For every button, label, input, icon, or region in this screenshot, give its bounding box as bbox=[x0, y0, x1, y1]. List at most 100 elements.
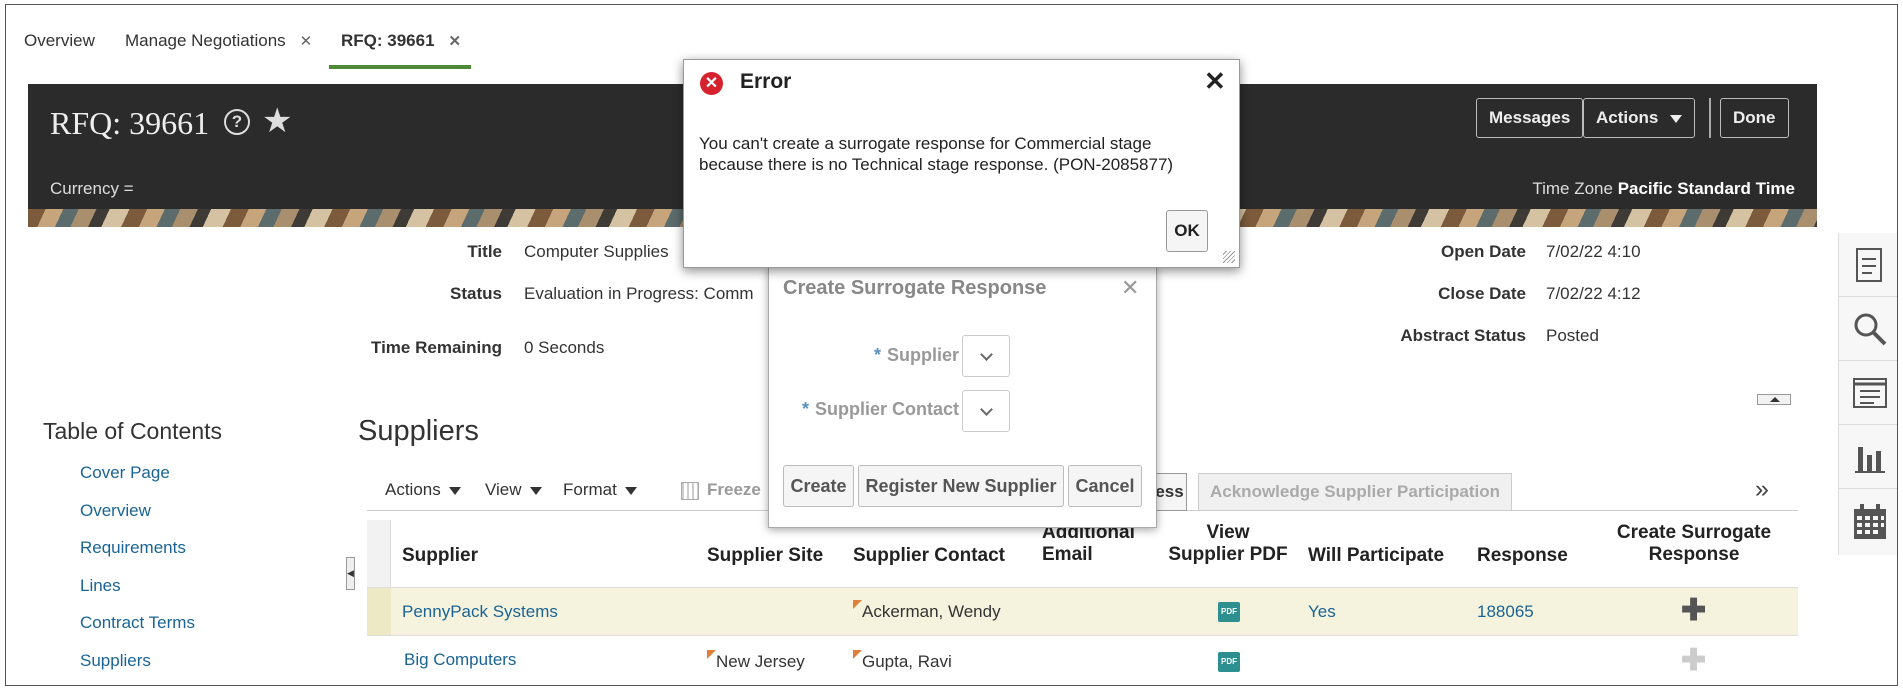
close-date-label: Close Date bbox=[1438, 284, 1526, 303]
abstract-status-label: Abstract Status bbox=[1400, 326, 1526, 345]
help-icon[interactable]: ? bbox=[224, 109, 250, 135]
list-icon[interactable] bbox=[1839, 361, 1897, 425]
col-supplier-contact[interactable]: Supplier Contact bbox=[853, 545, 1005, 567]
document-icon[interactable] bbox=[1839, 233, 1897, 297]
col-label: Response bbox=[1648, 544, 1740, 565]
tab-rfq[interactable]: RFQ: 39661 ✕ bbox=[341, 31, 461, 51]
table-row[interactable]: Big Computers New Jersey Gupta, Ravi PDF… bbox=[367, 635, 1798, 683]
supplier-select[interactable] bbox=[962, 335, 1010, 377]
contact-name: Gupta, Ravi bbox=[862, 652, 952, 671]
error-message: You can't create a surrogate response fo… bbox=[699, 134, 1174, 174]
toc-item-requirements[interactable]: Requirements bbox=[80, 538, 186, 558]
format-menu[interactable]: Format bbox=[563, 480, 637, 500]
actions-menu[interactable]: Actions bbox=[385, 480, 461, 500]
caret-down-icon bbox=[1670, 115, 1683, 123]
timezone-label: Time Zone bbox=[1532, 179, 1613, 198]
site-name: New Jersey bbox=[716, 652, 805, 671]
actions-menu-label: Actions bbox=[385, 480, 441, 499]
status-label: Status bbox=[450, 284, 502, 303]
pdf-icon[interactable]: PDF bbox=[1218, 602, 1240, 622]
contact-name: Ackerman, Wendy bbox=[862, 602, 1001, 621]
close-icon[interactable]: ✕ bbox=[1204, 66, 1226, 97]
close-icon[interactable]: ✕ bbox=[300, 33, 313, 50]
plus-icon[interactable]: ✚ bbox=[1681, 596, 1706, 626]
status-value: Evaluation in Progress: Comm bbox=[524, 284, 754, 303]
flag-icon bbox=[707, 650, 716, 659]
caret-down-icon bbox=[448, 486, 461, 495]
collapse-button[interactable] bbox=[1757, 394, 1791, 405]
supplier-link[interactable]: Big Computers bbox=[404, 650, 516, 670]
row-selector[interactable] bbox=[367, 636, 391, 684]
toc-item-suppliers[interactable]: Suppliers bbox=[80, 651, 151, 671]
freeze-icon bbox=[681, 481, 699, 500]
supplier-contact: Ackerman, Wendy bbox=[853, 600, 1001, 622]
col-response[interactable]: Response bbox=[1477, 545, 1568, 567]
pdf-icon[interactable]: PDF bbox=[1218, 652, 1240, 672]
tab-overview[interactable]: Overview bbox=[24, 31, 95, 51]
timezone: Time Zone Pacific Standard Time bbox=[1532, 179, 1795, 199]
currency-label: Currency = bbox=[50, 179, 134, 198]
supplier-label-text: Supplier bbox=[886, 345, 959, 365]
close-icon[interactable]: ✕ bbox=[449, 33, 462, 50]
tab-label: Manage Negotiations bbox=[125, 31, 286, 50]
supplier-contact: Gupta, Ravi bbox=[853, 650, 952, 672]
table-row[interactable]: PennyPack Systems Ackerman, Wendy PDF Ye… bbox=[367, 587, 1798, 636]
acknowledge-participation-button[interactable]: Acknowledge Supplier Participation bbox=[1198, 473, 1512, 511]
supplier-link[interactable]: PennyPack Systems bbox=[402, 602, 558, 622]
partially-hidden-button[interactable]: ess bbox=[1152, 473, 1187, 511]
supplier-site: New Jersey bbox=[707, 650, 805, 672]
col-label: Create Surrogate bbox=[1616, 522, 1772, 543]
done-button[interactable]: Done bbox=[1720, 98, 1789, 138]
row-selector[interactable] bbox=[367, 588, 391, 636]
toc-item-cover-page[interactable]: Cover Page bbox=[80, 463, 170, 483]
create-button[interactable]: Create bbox=[783, 465, 854, 507]
freeze-button[interactable]: Freeze bbox=[681, 480, 761, 500]
required-mark: * bbox=[873, 345, 881, 365]
pane-splitter[interactable]: ◀ bbox=[346, 557, 355, 590]
toc-item-contract-terms[interactable]: Contract Terms bbox=[80, 613, 195, 633]
time-remaining-value: 0 Seconds bbox=[524, 338, 605, 357]
time-remaining-label: Time Remaining bbox=[371, 338, 502, 357]
resize-grip-icon[interactable] bbox=[1223, 251, 1235, 263]
dialog-title: Error bbox=[740, 70, 792, 93]
tab-manage-negotiations[interactable]: Manage Negotiations ✕ bbox=[125, 31, 312, 51]
abstract-status-value: Posted bbox=[1546, 326, 1599, 345]
col-additional-email[interactable]: Additional Email bbox=[1042, 522, 1135, 566]
close-icon[interactable]: ✕ bbox=[1121, 275, 1139, 301]
supplier-contact-label-text: Supplier Contact bbox=[814, 399, 959, 419]
toc-item-overview[interactable]: Overview bbox=[80, 501, 151, 521]
supplier-contact-select[interactable] bbox=[962, 390, 1010, 432]
close-date-value: 7/02/22 4:12 bbox=[1546, 284, 1641, 303]
register-new-supplier-button[interactable]: Register New Supplier bbox=[858, 465, 1064, 507]
dialog-title: Create Surrogate Response bbox=[783, 277, 1047, 299]
col-supplier[interactable]: Supplier bbox=[402, 545, 478, 567]
caret-down-icon bbox=[624, 486, 637, 495]
calendar-icon[interactable] bbox=[1839, 489, 1897, 553]
flag-icon bbox=[853, 650, 862, 659]
col-supplier-site[interactable]: Supplier Site bbox=[707, 545, 823, 567]
view-menu-label: View bbox=[485, 480, 522, 499]
flag-icon bbox=[853, 600, 862, 609]
col-create-surrogate-response[interactable]: Create Surrogate Response bbox=[1599, 522, 1789, 566]
freeze-label: Freeze bbox=[707, 480, 761, 499]
search-icon[interactable] bbox=[1839, 297, 1897, 361]
star-icon[interactable]: ★ bbox=[262, 101, 292, 141]
cancel-button[interactable]: Cancel bbox=[1068, 465, 1142, 507]
will-participate-value[interactable]: Yes bbox=[1308, 602, 1336, 622]
bar-chart-icon[interactable] bbox=[1839, 425, 1897, 489]
more-icon[interactable]: » bbox=[1755, 475, 1769, 504]
col-view-supplier-pdf[interactable]: View Supplier PDF bbox=[1163, 522, 1293, 566]
response-link[interactable]: 188065 bbox=[1477, 602, 1534, 622]
messages-button[interactable]: Messages bbox=[1476, 98, 1584, 138]
toc-item-lines[interactable]: Lines bbox=[80, 576, 121, 596]
actions-button[interactable]: Actions bbox=[1583, 98, 1696, 138]
create-surrogate-response-dialog: Create Surrogate Response ✕ * Supplier * S… bbox=[768, 266, 1157, 528]
view-menu[interactable]: View bbox=[485, 480, 542, 500]
supplier-contact-label: * Supplier Contact bbox=[779, 399, 959, 420]
right-panel-toolbar bbox=[1838, 233, 1897, 555]
col-will-participate[interactable]: Will Participate bbox=[1308, 545, 1444, 567]
ok-button[interactable]: OK bbox=[1166, 210, 1208, 252]
actions-label: Actions bbox=[1596, 108, 1659, 127]
tab-label: RFQ: 39661 bbox=[341, 31, 435, 50]
suppliers-title: Suppliers bbox=[358, 415, 479, 447]
